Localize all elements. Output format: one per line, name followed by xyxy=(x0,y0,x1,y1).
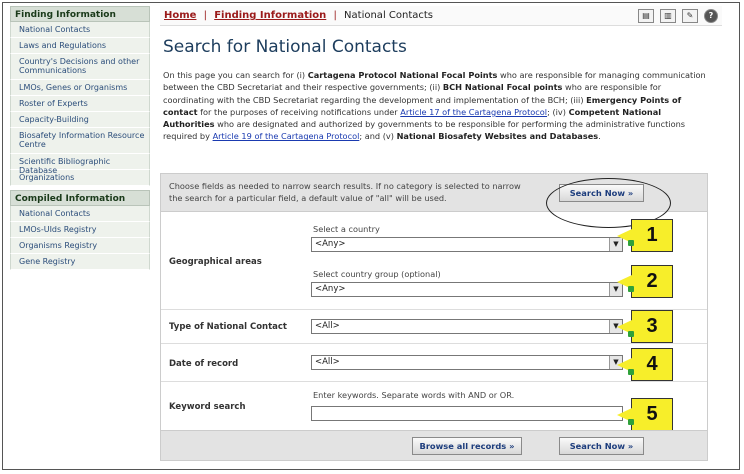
country-label: Select a country xyxy=(313,224,380,234)
sidebar-item-lmo-uid-registry[interactable]: LMOs-UIds Registry xyxy=(10,222,150,238)
sidebar-item-compiled-national-contacts[interactable]: National Contacts xyxy=(10,206,150,222)
article-19-link[interactable]: Article 19 of the Cartagena Protocol xyxy=(213,131,360,141)
date-label: Date of record xyxy=(169,359,239,369)
form-action-bar: Browse all records » Search Now » xyxy=(161,430,707,460)
sidebar-item-biosafety-resource-centre[interactable]: Biosafety Information Resource Centre xyxy=(10,128,150,154)
breadcrumb-separator: | xyxy=(333,10,337,21)
sidebar-item-laws-regulations[interactable]: Laws and Regulations xyxy=(10,38,150,54)
keyword-row: Keyword search Enter keywords. Separate … xyxy=(161,382,707,432)
type-label: Type of National Contact xyxy=(169,322,287,332)
breadcrumb-separator: | xyxy=(203,10,208,21)
country-group-label: Select country group (optional) xyxy=(313,269,441,279)
callout-2: 2 xyxy=(617,265,673,298)
sidebar: Finding Information National Contacts La… xyxy=(10,6,150,270)
callout-3: 3 xyxy=(617,310,673,343)
contact-type-select[interactable]: <All> ▼ xyxy=(311,319,623,334)
sidebar-item-bibliographic-database[interactable]: Scientific Bibliographic Database xyxy=(10,154,150,175)
sidebar-item-country-decisions[interactable]: Country's Decisions and other Communicat… xyxy=(10,54,150,80)
geo-label: Geographical areas xyxy=(169,257,262,267)
search-form: Choose fields as needed to narrow search… xyxy=(160,173,708,461)
breadcrumb-home-link[interactable]: Home xyxy=(164,10,196,21)
article-17-link[interactable]: Article 17 of the Cartagena Protocol xyxy=(400,107,547,117)
sidebar-item-organisms-registry[interactable]: Organisms Registry xyxy=(10,238,150,254)
sidebar-section-finding-information: Finding Information xyxy=(10,6,150,22)
search-now-bottom-button[interactable]: Search Now » xyxy=(559,437,644,455)
callout-1: 1 xyxy=(617,219,673,252)
sidebar-item-organizations[interactable]: Organizations xyxy=(10,170,150,186)
browse-all-records-button[interactable]: Browse all records » xyxy=(412,437,522,455)
country-group-select[interactable]: <Any> ▼ xyxy=(311,282,623,297)
callout-5: 5 xyxy=(617,398,673,431)
sidebar-item-roster-of-experts[interactable]: Roster of Experts xyxy=(10,96,150,112)
sidebar-item-capacity-building[interactable]: Capacity-Building xyxy=(10,112,150,128)
form-help-text: Choose fields as needed to narrow search… xyxy=(169,181,521,203)
sidebar-section-compiled-information: Compiled Information xyxy=(10,190,150,206)
form-help-bar: Choose fields as needed to narrow search… xyxy=(161,174,707,228)
keyword-hint: Enter keywords. Separate words with AND … xyxy=(313,390,515,400)
help-icon[interactable]: ? xyxy=(704,9,718,23)
breadcrumb: Home | Finding Information | National Co… xyxy=(160,6,722,26)
intro-paragraph: On this page you can search for (i) Cart… xyxy=(163,70,706,142)
type-row: Type of National Contact <All> ▼ 3 xyxy=(161,310,707,344)
sidebar-item-gene-registry[interactable]: Gene Registry xyxy=(10,254,150,270)
search-doc-icon[interactable]: ▥ xyxy=(660,9,676,23)
keyword-label: Keyword search xyxy=(169,402,246,412)
print-icon[interactable]: ▤ xyxy=(638,9,654,23)
date-row: Date of record <All> ▼ 4 xyxy=(161,344,707,382)
breadcrumb-finding-link[interactable]: Finding Information xyxy=(214,10,326,21)
page-title: Search for National Contacts xyxy=(163,37,407,57)
callout-4: 4 xyxy=(617,348,673,381)
toolbar-icons: ▤ ▥ ✎ ? xyxy=(638,9,718,23)
sidebar-item-lmos-genes-organisms[interactable]: LMOs, Genes or Organisms xyxy=(10,80,150,96)
tools-icon[interactable]: ✎ xyxy=(682,9,698,23)
keyword-input[interactable] xyxy=(311,406,623,421)
breadcrumb-current: National Contacts xyxy=(344,10,434,21)
country-select[interactable]: <Any> ▼ xyxy=(311,237,623,252)
main-content: Home | Finding Information | National Co… xyxy=(160,6,722,461)
sidebar-item-national-contacts[interactable]: National Contacts xyxy=(10,22,150,38)
geo-row: Geographical areas Select a country <Any… xyxy=(161,212,707,310)
date-select[interactable]: <All> ▼ xyxy=(311,355,623,370)
